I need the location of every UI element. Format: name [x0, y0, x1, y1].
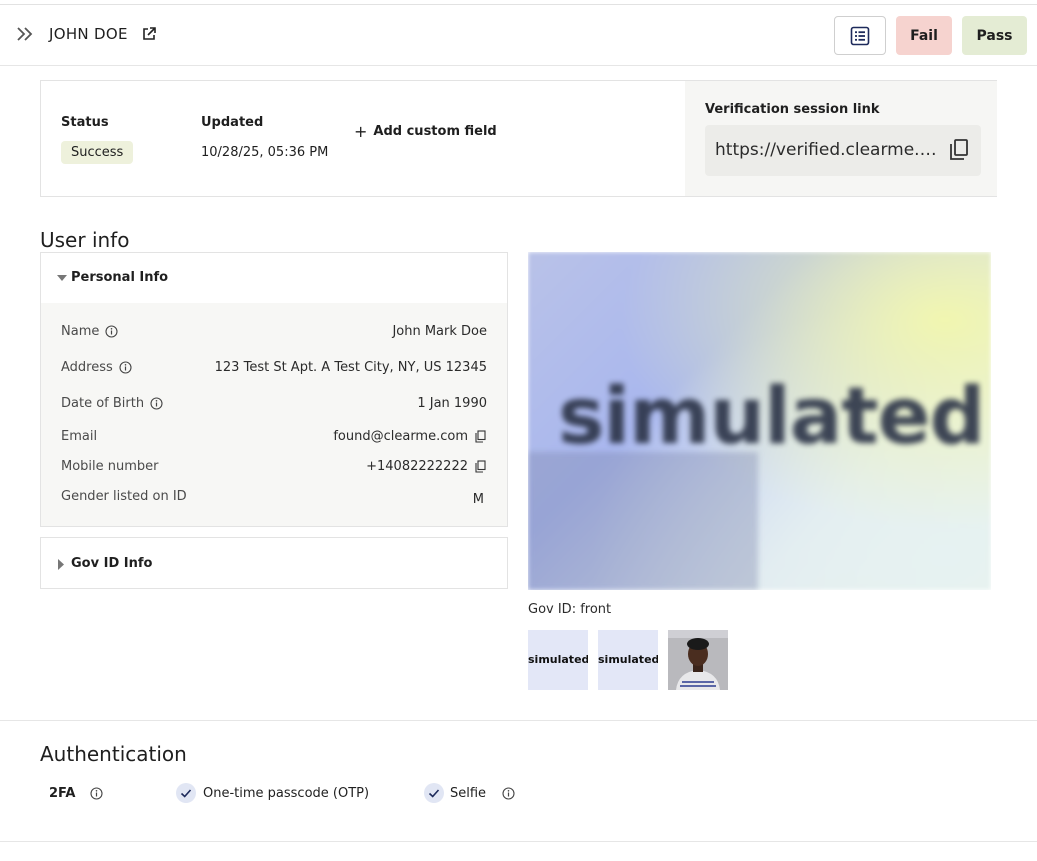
status-card: Status Success Updated 10/28/25, 05:36 P… — [40, 80, 997, 197]
copy-icon[interactable] — [947, 138, 971, 162]
row-value: found@clearme.com — [333, 429, 468, 444]
section-divider — [0, 841, 1037, 842]
gov-id-info-accordion: Gov ID Info — [40, 537, 508, 589]
caret-right-icon — [58, 559, 64, 570]
gov-id-info-title: Gov ID Info — [71, 556, 153, 571]
personal-info-accordion: Personal Info Name John Mark Doe Address… — [40, 252, 508, 527]
row-label: Mobile number — [61, 459, 159, 474]
info-row-dob: Date of Birth 1 Jan 1990 — [41, 396, 507, 416]
info-icon[interactable] — [90, 787, 103, 800]
selfie-label: Selfie — [450, 786, 487, 801]
personal-info-title: Personal Info — [71, 270, 169, 285]
session-link-field[interactable]: https://verified.clearme.com/ — [705, 125, 981, 176]
status-label: Status — [61, 115, 109, 130]
row-label: Email — [61, 429, 98, 444]
otp-label: One-time passcode (OTP) — [203, 786, 370, 801]
fail-button[interactable]: Fail — [896, 16, 952, 55]
row-value: M — [472, 492, 484, 507]
updated-label: Updated — [201, 115, 264, 130]
user-name-title: JOHN DOE — [49, 25, 128, 43]
row-value: John Mark Doe — [392, 324, 487, 339]
plus-icon: + — [354, 121, 368, 141]
selfie-portrait — [668, 630, 728, 690]
row-label: Address — [61, 360, 113, 375]
row-label: Name — [61, 324, 100, 339]
id-image-text: simulated — [558, 372, 985, 462]
details-list-button[interactable] — [834, 16, 886, 55]
info-icon[interactable] — [119, 361, 132, 374]
info-row-name: Name John Mark Doe — [41, 324, 507, 344]
caret-down-icon — [57, 275, 67, 281]
pass-button[interactable]: Pass — [962, 16, 1027, 55]
gov-id-thumbnail[interactable]: simulated — [598, 630, 658, 690]
list-icon — [850, 26, 870, 45]
info-icon[interactable] — [105, 325, 118, 338]
thumbnail-text: simulated — [528, 653, 588, 666]
personal-info-body: Name John Mark Doe Address 123 Test St A… — [41, 303, 507, 526]
two-fa-label: 2FA — [49, 786, 76, 801]
selfie-thumbnail[interactable] — [668, 630, 728, 690]
open-external-icon[interactable] — [141, 26, 157, 42]
expand-panel-icon[interactable] — [14, 23, 36, 45]
session-link-value[interactable]: https://verified.clearme.com/ — [715, 140, 943, 160]
gov-id-info-header[interactable]: Gov ID Info — [41, 538, 507, 588]
row-value: 1 Jan 1990 — [417, 396, 487, 411]
row-label: Gender listed on ID — [61, 489, 187, 504]
session-link-panel: Verification session link https://verifi… — [685, 81, 997, 196]
status-badge: Success — [61, 141, 134, 164]
add-custom-field-label: Add custom field — [373, 124, 497, 139]
add-custom-field-button[interactable]: + Add custom field — [354, 121, 497, 141]
gov-id-front-image[interactable]: simulated — [528, 252, 991, 590]
section-divider — [0, 720, 1037, 721]
row-label: Date of Birth — [61, 396, 145, 411]
row-value: +14082222222 — [366, 459, 468, 474]
info-row-gender: Gender listed on ID M — [41, 489, 507, 509]
row-value: 123 Test St Apt. A Test City, NY, US 123… — [214, 360, 487, 375]
info-row-email: Email found@clearme.com — [41, 429, 507, 449]
info-row-mobile: Mobile number +14082222222 — [41, 459, 507, 479]
otp-check-icon — [176, 783, 196, 803]
info-icon[interactable] — [150, 397, 163, 410]
thumbnail-text: simulated — [598, 653, 658, 666]
header-bar: JOHN DOE Fail Pass — [0, 5, 1037, 66]
user-info-title: User info — [40, 228, 130, 252]
info-row-address: Address 123 Test St Apt. A Test City, NY… — [41, 360, 507, 380]
id-image-shade — [528, 452, 758, 590]
copy-icon[interactable] — [474, 460, 487, 473]
selfie-check-icon — [424, 783, 444, 803]
gov-id-thumbnail[interactable]: simulated — [528, 630, 588, 690]
info-icon[interactable] — [502, 787, 515, 800]
personal-info-header[interactable]: Personal Info — [41, 253, 507, 303]
gov-id-caption: Gov ID: front — [528, 602, 612, 617]
updated-value: 10/28/25, 05:36 PM — [201, 145, 329, 160]
session-link-label: Verification session link — [705, 102, 880, 117]
copy-icon[interactable] — [474, 430, 487, 443]
authentication-title: Authentication — [40, 742, 187, 766]
